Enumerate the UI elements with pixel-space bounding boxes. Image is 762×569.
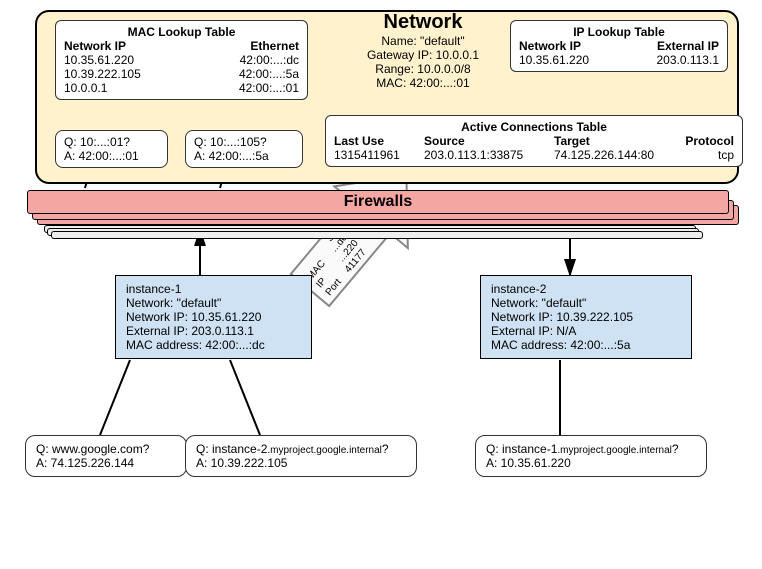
mac-col-eth: Ethernet [250, 39, 299, 53]
firewalls-label: Firewalls [27, 190, 729, 214]
instance-line: Network: "default" [491, 296, 681, 310]
instance-line: MAC address: 42:00:...:5a [491, 338, 681, 352]
dns-a: A: 10.35.61.220 [486, 456, 696, 470]
act-col: Source [424, 134, 544, 148]
dns-q-pre: Q: instance-2 [196, 442, 267, 456]
mac-query-1: Q: 10:...:01? A: 42:00:...:01 [55, 130, 168, 168]
instance-2-box: instance-2 Network: "default" Network IP… [480, 275, 692, 359]
dns-query-instance-1: Q: instance-1.myproject.google.internal?… [475, 435, 707, 477]
packet-port-src: 41177 [343, 247, 369, 275]
ip-row: 203.0.113.1 [656, 53, 719, 67]
instance-line: Network IP: 10.35.61.220 [126, 310, 301, 324]
act-cell: 1315411961 [334, 148, 414, 162]
q-text: Q: 10:...:01? [64, 135, 159, 149]
dns-a: A: 10.39.222.105 [196, 456, 406, 470]
q-text: A: 42:00:...:01 [64, 149, 159, 163]
ip-table-title: IP Lookup Table [519, 25, 719, 39]
network-meta: Network Name: "default" Gateway IP: 10.0… [325, 7, 521, 94]
packet-col-ip: IP [314, 276, 329, 291]
act-title: Active Connections Table [334, 120, 734, 134]
mac-row: 42:00:...:dc [240, 53, 299, 67]
act-col: Target [554, 134, 674, 148]
act-col: Last Use [334, 134, 414, 148]
firewalls-text: Firewalls [344, 193, 412, 211]
network-name: Name: "default" [333, 34, 513, 48]
mac-row: 42:00:...:5a [239, 67, 299, 81]
act-cell: 203.0.113.1:33875 [424, 148, 544, 162]
packet-col-port: Port [324, 277, 344, 298]
q-text: A: 42:00:...:5a [194, 149, 294, 163]
instance-line: Network: "default" [126, 296, 301, 310]
dns-q-post: ? [672, 442, 679, 456]
mac-row: 10.35.61.220 [64, 53, 134, 67]
ip-col-ip: Network IP [519, 39, 581, 53]
act-col: Protocol [684, 134, 734, 148]
mac-lookup-table: MAC Lookup Table Network IP Ethernet 10.… [55, 20, 308, 100]
instance-line: External IP: 203.0.113.1 [126, 324, 301, 338]
mac-query-2: Q: 10:...:105? A: 42:00:...:5a [185, 130, 303, 168]
dns-q: Q: instance-1.myproject.google.internal? [486, 442, 696, 456]
mac-table-title: MAC Lookup Table [64, 25, 299, 39]
dns-q-pre: Q: instance-1 [486, 442, 557, 456]
packet-ip-src: ...220 [336, 238, 361, 265]
instance-line: Network IP: 10.39.222.105 [491, 310, 681, 324]
mac-row: 42:00:...:01 [239, 81, 299, 95]
act-cell: 74.125.226.144:80 [554, 148, 674, 162]
ip-lookup-table: IP Lookup Table Network IP External IP 1… [510, 20, 728, 72]
instance-1-box: instance-1 Network: "default" Network IP… [115, 275, 312, 359]
instance-title: instance-2 [491, 282, 681, 296]
mac-row: 10.39.222.105 [64, 67, 141, 81]
active-connections-table: Active Connections Table Last Use Source… [325, 115, 743, 167]
mac-col-ip: Network IP [64, 39, 126, 53]
ip-row: 10.35.61.220 [519, 53, 589, 67]
dns-query-google: Q: www.google.com? A: 74.125.226.144 [25, 435, 187, 477]
instance-title: instance-1 [126, 282, 301, 296]
dns-query-instance-2: Q: instance-2.myproject.google.internal?… [185, 435, 417, 477]
q-text: Q: 10:...:105? [194, 135, 294, 149]
dns-a: A: 74.125.226.144 [36, 456, 176, 470]
ip-col-ext: External IP [657, 39, 719, 53]
instance-line: External IP: N/A [491, 324, 681, 338]
network-title: Network [333, 11, 513, 34]
act-cell: tcp [684, 148, 734, 162]
dns-q: Q: www.google.com? [36, 442, 176, 456]
network-mac: MAC: 42:00:...:01 [333, 76, 513, 90]
instance-line: MAC address: 42:00:...:dc [126, 338, 301, 352]
dns-q-domain: .myproject.google.internal [557, 445, 672, 456]
dns-q-post: ? [382, 442, 389, 456]
mac-row: 10.0.0.1 [64, 81, 107, 95]
dns-q: Q: instance-2.myproject.google.internal? [196, 442, 406, 456]
dns-q-domain: .myproject.google.internal [267, 445, 382, 456]
thin-strip [51, 231, 703, 239]
network-range: Range: 10.0.0.0/8 [333, 62, 513, 76]
network-gateway: Gateway IP: 10.0.0.1 [333, 48, 513, 62]
